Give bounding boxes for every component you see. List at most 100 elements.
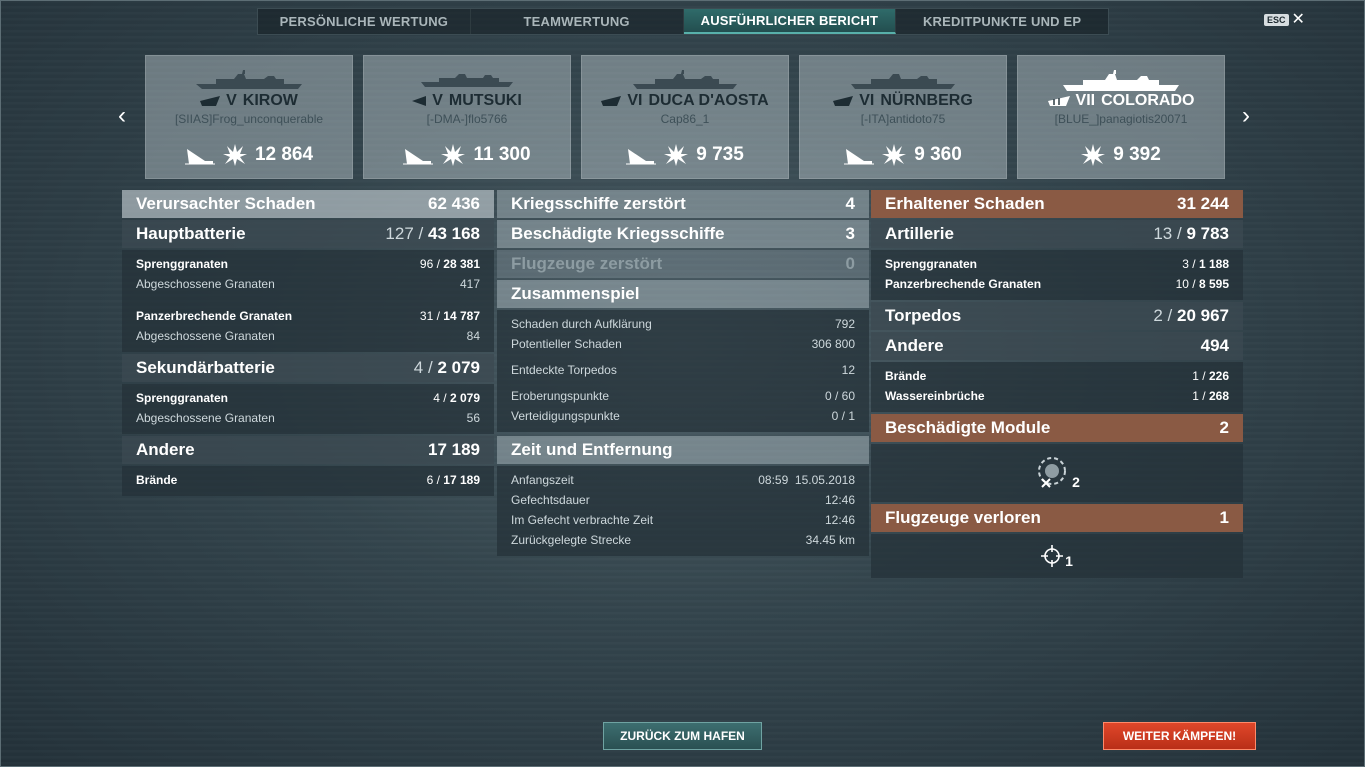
ship-stats: 9 735 [582, 144, 788, 166]
damage-dealt-column: Verursachter Schaden 62 436 Hauptbatteri… [122, 190, 494, 498]
cruiser-class-icon [833, 96, 854, 106]
cruiser-class-icon [200, 96, 221, 106]
ship-title: COLORADO [1101, 92, 1195, 109]
secondary-battery-header: Sekundärbatterie 4 / 2 079 [122, 354, 494, 382]
secondary-battery-details: Sprenggranaten 4 / 2 079 Abgeschossene Gr… [122, 384, 494, 434]
ship-name: VII COLORADO [1018, 92, 1224, 110]
tab-personal-score[interactable]: PERSÖNLICHE WERTUNG [258, 9, 471, 34]
teamplay-details: Schaden durch Aufklärung 792 Potentieller… [497, 310, 869, 432]
main-battery-header: Hauptbatterie 127 / 43 168 [122, 220, 494, 248]
ship-card[interactable]: VII COLORADO [BLUE_]panagiotis20071 9 39… [1017, 55, 1225, 179]
ships-destroyed-header: Kriegsschiffe zerstört 4 [497, 190, 869, 218]
damage-dealt-value: 62 436 [428, 194, 480, 213]
secondary-fired-row: Abgeschossene Granaten 56 [136, 411, 480, 425]
received-he-row: Sprenggranaten 3 / 1 188 [885, 257, 1229, 271]
crosshair-icon [1041, 545, 1064, 567]
cruiser-class-icon [601, 96, 622, 106]
secondary-he-row: Sprenggranaten 4 / 2 079 [136, 391, 480, 405]
battleship-class-icon [1047, 96, 1070, 106]
ship-score: 9 735 [696, 144, 744, 165]
damage-burst-icon [222, 144, 247, 166]
battleship-silhouette-icon [196, 70, 302, 89]
tab-detailed-report[interactable]: AUSFÜHRLICHER BERICHT [683, 9, 897, 34]
ship-sunk-icon [403, 149, 434, 165]
he-fired-row: Abgeschossene Granaten 417 [136, 277, 480, 291]
spotting-damage-row: Schaden durch Aufklärung 792 [511, 317, 855, 331]
start-time-row: Anfangszeit 08:59 15.05.2018 [511, 473, 855, 487]
ship-tier: VI [859, 92, 875, 109]
ship-stats: 12 864 [146, 144, 352, 166]
ship-score: 12 864 [254, 144, 314, 165]
close-icon: ✕ [1291, 11, 1305, 28]
other-received-header: Andere 494 [871, 332, 1243, 360]
tab-credits-xp[interactable]: KREDITPUNKTE UND EP [896, 9, 1108, 34]
distance-row: Zurückgelegte Strecke 34.45 km [511, 533, 855, 547]
player-name: [BLUE_]panagiotis20071 [1054, 112, 1188, 126]
ship-name: V KIROW [146, 92, 352, 110]
capture-points-row: Eroberungspunkte 0 / 60 [511, 389, 855, 403]
fires-row: Brände 6 / 17 189 [136, 473, 480, 487]
main-battery-label: Hauptbatterie [136, 224, 246, 243]
battle-duration-row: Gefechtsdauer 12:46 [511, 493, 855, 507]
he-shells-row: Sprenggranaten 96 / 28 381 [136, 257, 480, 271]
player-name: [-ITA]antidoto75 [860, 112, 946, 126]
ship-tier: V [432, 92, 443, 109]
player-name: [-DMA-]flo5766 [426, 112, 508, 126]
ship-name: VI DUCA D'AOSTA [582, 92, 788, 110]
ship-sunk-icon [626, 149, 657, 165]
continue-fighting-button[interactable]: WEITER KÄMPFEN! [1103, 722, 1256, 750]
received-fires-row: Brände 1 / 226 [885, 369, 1229, 383]
artillery-header: Artillerie 13 / 9 783 [871, 220, 1243, 248]
ship-tier: VII [1075, 92, 1096, 109]
esc-key-label: ESC [1264, 14, 1289, 26]
damaged-modules-count: 2 [1072, 474, 1080, 490]
damage-burst-icon [664, 144, 689, 166]
other-damage-header: Andere 17 189 [122, 436, 494, 464]
player-name: [SIIAS]Frog_unconquerable [174, 112, 324, 126]
time-in-battle-row: Im Gefecht verbrachte Zeit 12:46 [511, 513, 855, 527]
ship-card[interactable]: VI NÜRNBERG [-ITA]antidoto75 9 360 [799, 55, 1007, 179]
time-distance-details: Anfangszeit 08:59 15.05.2018 Gefechtsdaue… [497, 466, 869, 556]
ship-card[interactable]: V KIROW [SIIAS]Frog_unconquerable 12 864 [145, 55, 353, 179]
damaged-modules-header: Beschädigte Module 2 [871, 414, 1243, 442]
close-button[interactable]: ESC ✕ [1264, 11, 1305, 28]
ship-stats: 11 300 [364, 144, 570, 166]
planes-lost-icons: 1 [871, 534, 1243, 578]
damage-burst-icon [1081, 144, 1106, 166]
damage-dealt-header: Verursachter Schaden 62 436 [122, 190, 494, 218]
defense-points-row: Verteidigungspunkte 0 / 1 [511, 409, 855, 423]
time-distance-header: Zeit und Entfernung [497, 436, 869, 464]
artillery-details: Sprenggranaten 3 / 1 188 Panzerbrechende … [871, 250, 1243, 300]
ship-name: V MUTSUKI [364, 92, 570, 110]
main-battery-details: Sprenggranaten 96 / 28 381 Abgeschossene … [122, 250, 494, 352]
module-damage-icon [1038, 457, 1067, 488]
damage-received-column: Erhaltener Schaden 31 244 Artillerie 13 … [871, 190, 1243, 580]
report-tabs: PERSÖNLICHE WERTUNG TEAMWERTUNG AUSFÜHRL… [257, 8, 1109, 35]
torpedoes-spotted-row: Entdeckte Torpedos 12 [511, 363, 855, 377]
back-to-port-button[interactable]: ZURÜCK ZUM HAFEN [603, 722, 762, 750]
received-floods-row: Wassereinbrüche 1 / 268 [885, 389, 1229, 403]
damage-received-header: Erhaltener Schaden 31 244 [871, 190, 1243, 218]
planes-destroyed-header: Flugzeuge zerstört 0 [497, 250, 869, 278]
ship-score: 9 360 [914, 144, 962, 165]
torpedoes-header: Torpedos 2 / 20 967 [871, 302, 1243, 330]
damage-burst-icon [441, 144, 466, 166]
ap-shells-row: Panzerbrechende Granaten 31 / 14 787 [136, 309, 480, 323]
ship-title: KIROW [242, 92, 298, 109]
ap-fired-row: Abgeschossene Granaten 84 [136, 329, 480, 343]
chevron-left-icon[interactable]: ‹ [114, 104, 130, 128]
ships-damaged-header: Beschädigte Kriegsschiffe 3 [497, 220, 869, 248]
battleship-silhouette-icon [1063, 70, 1179, 91]
player-name: Cap86_1 [660, 112, 710, 126]
damage-burst-icon [882, 144, 907, 166]
other-received-details: Brände 1 / 226 Wassereinbrüche 1 / 268 [871, 362, 1243, 412]
tab-team-score[interactable]: TEAMWERTUNG [471, 9, 684, 34]
ship-tier: VI [627, 92, 643, 109]
planes-lost-count: 1 [1065, 553, 1073, 569]
cruiser-silhouette-icon [633, 70, 737, 89]
ship-card[interactable]: VI DUCA D'AOSTA Cap86_1 9 735 [581, 55, 789, 179]
chevron-right-icon[interactable]: › [1238, 104, 1254, 128]
ship-card[interactable]: V MUTSUKI [-DMA-]flo5766 11 300 [363, 55, 571, 179]
ship-name: VI NÜRNBERG [800, 92, 1006, 110]
teamplay-header: Zusammenspiel [497, 280, 869, 308]
